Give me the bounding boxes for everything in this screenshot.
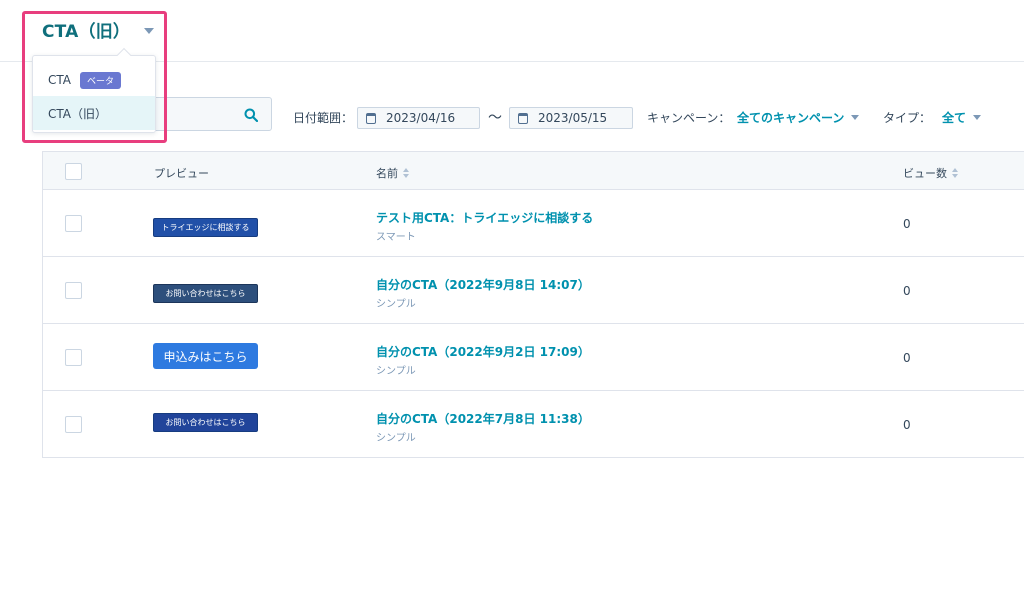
- cta-preview-button[interactable]: お問い合わせはこちら: [153, 284, 258, 303]
- row-checkbox[interactable]: [65, 349, 82, 366]
- cta-name-link[interactable]: 自分のCTA（2022年9月8日 14:07）: [376, 276, 590, 293]
- type-value: 全て: [942, 111, 967, 125]
- row-checkbox[interactable]: [65, 215, 82, 232]
- column-header-views[interactable]: ビュー数: [903, 165, 958, 181]
- beta-badge: ベータ: [80, 71, 122, 89]
- column-label: ビュー数: [903, 167, 947, 180]
- row-checkbox[interactable]: [65, 416, 82, 433]
- date-to-value: 2023/05/15: [538, 111, 608, 125]
- menu-item-cta-legacy[interactable]: CTA（旧）: [33, 96, 155, 130]
- top-bar: CTA（旧）: [0, 0, 1024, 62]
- cta-type: スマート: [376, 232, 416, 243]
- chevron-down-icon: [144, 27, 155, 34]
- cta-name-link[interactable]: テスト用CTA：トライエッジに相談する: [376, 209, 593, 226]
- view-count: 0: [903, 351, 911, 365]
- cta-preview-button[interactable]: 申込みはこちら: [153, 343, 258, 369]
- table-row: お問い合わせはこちら 自分のCTA（2022年7月8日 11:38） シンプル …: [42, 391, 1024, 458]
- menu-item-label: CTA（旧）: [48, 106, 107, 121]
- date-from-field[interactable]: 2023/04/16: [357, 107, 480, 129]
- sort-icon[interactable]: [952, 168, 958, 178]
- column-header-preview: プレビュー: [154, 165, 209, 181]
- cta-type: シンプル: [376, 366, 416, 377]
- page-title: CTA（旧）: [42, 22, 131, 42]
- table-row: お問い合わせはこちら 自分のCTA（2022年9月8日 14:07） シンプル …: [42, 257, 1024, 324]
- column-label: 名前: [376, 167, 398, 180]
- cta-table: プレビュー 名前 ビュー数 トライエッジに相談する テスト用CTA：トライエッジ…: [42, 151, 1024, 458]
- chevron-down-icon: [973, 115, 982, 120]
- date-from-value: 2023/04/16: [386, 111, 456, 125]
- row-checkbox[interactable]: [65, 282, 82, 299]
- view-count: 0: [903, 284, 911, 298]
- menu-item-label: CTA: [48, 73, 71, 87]
- type-dropdown[interactable]: 全て: [942, 109, 982, 126]
- date-to-field[interactable]: 2023/05/15: [509, 107, 633, 129]
- chevron-down-icon: [851, 115, 860, 120]
- column-label: プレビュー: [154, 167, 209, 180]
- cta-preview-button[interactable]: トライエッジに相談する: [153, 218, 258, 237]
- date-separator: 〜: [488, 110, 502, 126]
- cta-type: シンプル: [376, 433, 416, 444]
- menu-item-cta[interactable]: CTA ベータ: [33, 63, 155, 97]
- cta-type-dropdown[interactable]: CTA（旧）: [42, 17, 155, 42]
- sort-icon[interactable]: [403, 168, 409, 178]
- table-row: トライエッジに相談する テスト用CTA：トライエッジに相談する スマート 0: [42, 190, 1024, 257]
- calendar-icon: [518, 112, 528, 124]
- view-count: 0: [903, 418, 911, 432]
- date-range-label: 日付範囲：: [293, 111, 354, 125]
- select-all-checkbox[interactable]: [65, 163, 82, 180]
- campaign-label: キャンペーン：: [647, 111, 731, 125]
- campaign-dropdown[interactable]: 全てのキャンペーン: [737, 109, 860, 126]
- campaign-value: 全てのキャンペーン: [737, 111, 845, 125]
- cta-type: シンプル: [376, 299, 416, 310]
- type-label: タイプ：: [883, 111, 932, 125]
- cta-type-menu: CTA ベータ CTA（旧）: [32, 47, 156, 133]
- table-row: 申込みはこちら 自分のCTA（2022年9月2日 17:09） シンプル 0: [42, 324, 1024, 391]
- calendar-icon: [366, 112, 376, 124]
- table-header: プレビュー 名前 ビュー数: [42, 151, 1024, 190]
- cta-name-link[interactable]: 自分のCTA（2022年7月8日 11:38）: [376, 410, 590, 427]
- cta-preview-button[interactable]: お問い合わせはこちら: [153, 413, 258, 432]
- column-header-name[interactable]: 名前: [376, 165, 409, 181]
- cta-name-link[interactable]: 自分のCTA（2022年9月2日 17:09）: [376, 343, 590, 360]
- view-count: 0: [903, 217, 911, 231]
